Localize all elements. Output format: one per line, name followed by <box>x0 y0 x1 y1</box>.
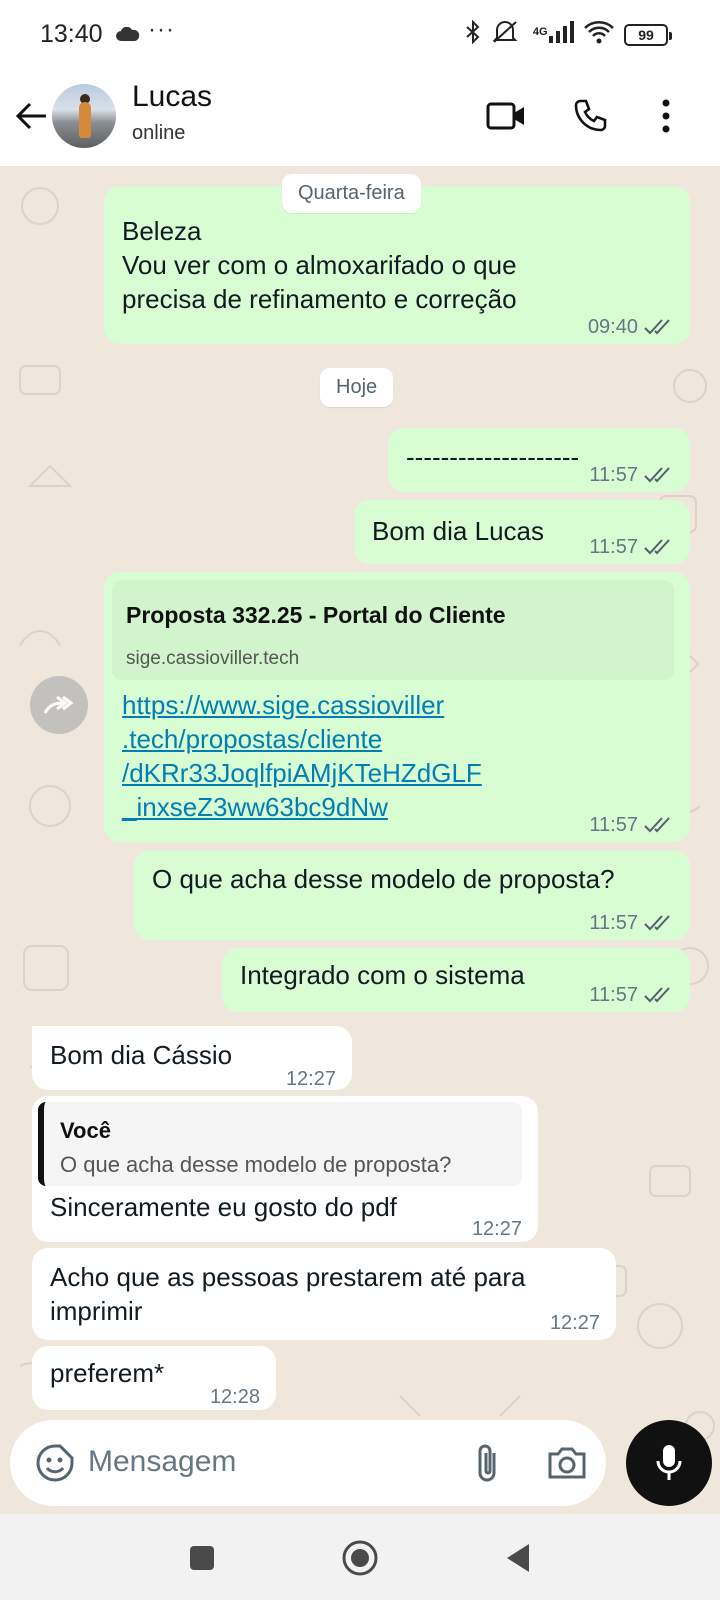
message-outgoing[interactable]: Integrado com o sistema 11:57 <box>222 948 690 1012</box>
message-text: Beleza Vou ver com o almoxarifado o que … <box>122 216 517 314</box>
date-chip: Hoje <box>320 368 394 407</box>
message-incoming[interactable]: Acho que as pessoas prestarem até para i… <box>32 1248 616 1340</box>
message-text: Sinceramente eu gosto do pdf <box>50 1192 397 1222</box>
forward-button[interactable] <box>30 676 88 734</box>
sticker-button[interactable] <box>32 1440 78 1486</box>
recents-button[interactable] <box>180 1536 224 1580</box>
cloud-icon <box>116 26 140 46</box>
link-preview-title: Proposta 332.25 - Portal do Cliente <box>126 602 506 628</box>
message-time: 09:40 <box>587 316 638 338</box>
battery-indicator: 99 <box>624 23 672 46</box>
muted-vibrate-icon <box>491 20 519 49</box>
message-meta: 11:57 <box>589 458 674 492</box>
message-time: 12:27 <box>285 1068 336 1090</box>
more-options-button[interactable] <box>642 92 690 140</box>
quote-author: Você <box>60 1118 111 1143</box>
message-composer <box>10 1420 606 1506</box>
message-text: O que acha desse modelo de proposta? <box>152 864 615 894</box>
message-meta: 11:57 <box>589 978 674 1012</box>
square-icon <box>190 1546 214 1570</box>
message-outgoing[interactable]: O que acha desse modelo de proposta? 11:… <box>134 850 690 940</box>
arrow-left-icon <box>16 102 46 130</box>
message-time: 11:57 <box>589 464 638 486</box>
home-button[interactable] <box>338 1536 382 1580</box>
link-preview-card[interactable]: Proposta 332.25 - Portal do Cliente sige… <box>112 580 674 680</box>
double-check-icon <box>644 539 670 555</box>
video-camera-icon <box>486 102 524 130</box>
phone-icon <box>574 99 607 132</box>
message-meta: 12:27 <box>472 1212 522 1246</box>
network-type: 4G <box>532 26 548 38</box>
message-meta: 09:40 <box>588 310 674 344</box>
camera-icon <box>548 1447 586 1479</box>
double-check-icon <box>644 817 670 833</box>
contact-status: online <box>132 122 186 144</box>
message-text: Bom dia Lucas <box>372 516 544 546</box>
date-chip: Quarta-feira <box>282 174 421 213</box>
double-check-icon <box>644 915 670 931</box>
message-text: Bom dia Cássio <box>50 1040 233 1070</box>
message-incoming[interactable]: Bom dia Cássio 12:27 <box>32 1026 352 1090</box>
status-icons: 4G 99 <box>465 19 672 49</box>
quoted-message[interactable]: Você O que acha desse modelo de proposta… <box>38 1102 522 1186</box>
message-outgoing-link[interactable]: Proposta 332.25 - Portal do Cliente sige… <box>104 572 690 842</box>
bluetooth-icon <box>465 19 481 49</box>
quote-text: O que acha desse modelo de proposta? <box>60 1152 452 1177</box>
chat-header: Lucas online <box>0 70 720 166</box>
double-check-icon <box>644 319 670 335</box>
message-meta: 11:57 <box>589 906 674 940</box>
video-call-button[interactable] <box>482 92 530 140</box>
message-time: 11:57 <box>589 814 638 836</box>
paperclip-icon <box>478 1444 496 1482</box>
message-meta: 12:27 <box>286 1062 336 1096</box>
notification-dots: ··· <box>148 16 175 43</box>
message-text: -------------------- <box>406 442 580 472</box>
message-text: Integrado com o sistema <box>240 960 525 990</box>
message-link[interactable]: https://www.sige.cassioviller .tech/prop… <box>122 688 482 824</box>
forward-icon <box>43 695 74 714</box>
message-time: 11:57 <box>589 984 638 1006</box>
system-nav-bar <box>0 1514 720 1600</box>
attach-button[interactable] <box>464 1440 510 1486</box>
wifi-icon <box>584 20 614 49</box>
message-incoming[interactable]: preferem* 12:28 <box>32 1346 276 1410</box>
chat-area[interactable]: Beleza Vou ver com o almoxarifado o que … <box>0 166 720 1504</box>
camera-button[interactable] <box>544 1440 590 1486</box>
double-check-icon <box>644 467 670 483</box>
message-time: 12:28 <box>209 1386 260 1408</box>
message-time: 12:27 <box>471 1218 522 1240</box>
status-bar: 13:40 ··· 4G 99 <box>0 0 720 70</box>
more-vertical-icon <box>662 99 670 133</box>
message-text: Acho que as pessoas prestarem até para i… <box>50 1262 526 1326</box>
message-time: 12:27 <box>549 1312 600 1334</box>
message-outgoing[interactable]: Bom dia Lucas 11:57 <box>354 500 690 564</box>
voice-call-button[interactable] <box>566 92 614 140</box>
microphone-icon <box>656 1445 682 1480</box>
contact-name[interactable]: Lucas <box>132 80 212 114</box>
message-meta: 12:28 <box>210 1380 260 1414</box>
signal-icon: 4G <box>529 21 574 48</box>
message-time: 11:57 <box>589 536 638 558</box>
message-incoming-reply[interactable]: Você O que acha desse modelo de proposta… <box>32 1096 538 1242</box>
status-time: 13:40 <box>40 20 103 48</box>
back-nav-button[interactable] <box>496 1536 540 1580</box>
message-outgoing[interactable]: -------------------- 11:57 <box>388 428 690 492</box>
triangle-back-icon <box>507 1544 529 1572</box>
back-button[interactable] <box>10 94 54 138</box>
avatar[interactable] <box>52 84 116 148</box>
message-time: 11:57 <box>589 912 638 934</box>
message-text: preferem* <box>50 1358 165 1388</box>
home-circle-icon <box>342 1540 378 1576</box>
voice-record-button[interactable] <box>626 1420 712 1506</box>
sticker-smiley-icon <box>36 1444 74 1482</box>
message-meta: 12:27 <box>550 1306 600 1340</box>
message-meta: 11:57 <box>589 530 674 564</box>
message-meta: 11:57 <box>589 808 674 842</box>
link-preview-domain: sige.cassioviller.tech <box>126 648 300 669</box>
double-check-icon <box>644 987 670 1003</box>
message-input[interactable] <box>88 1440 458 1484</box>
